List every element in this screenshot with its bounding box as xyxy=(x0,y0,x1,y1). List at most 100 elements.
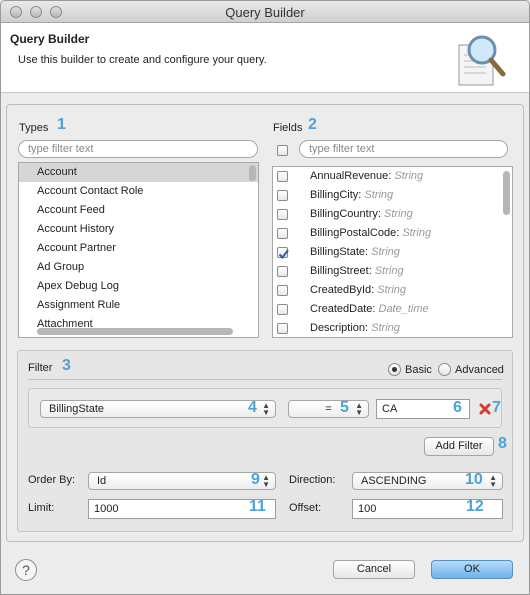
types-vertical-scrollbar[interactable] xyxy=(249,165,256,181)
field-name: CreatedDate: Date_time xyxy=(310,300,429,319)
filter-value-number: 6 xyxy=(453,399,462,416)
field-type: String xyxy=(394,170,424,182)
types-list-item[interactable]: Assignment Rule xyxy=(19,296,258,315)
field-name-text: CreatedById: xyxy=(310,284,375,296)
header-description: Use this builder to create and configure… xyxy=(18,54,267,66)
title-bar: Query Builder xyxy=(1,1,529,23)
types-label: Types xyxy=(19,122,49,134)
radio-selected-dot xyxy=(392,367,397,372)
field-checkbox[interactable] xyxy=(277,285,288,296)
header-title: Query Builder xyxy=(10,32,90,46)
fields-list-item[interactable]: Description: String xyxy=(273,319,512,337)
fields-list-item[interactable]: BillingPostalCode: String xyxy=(273,224,512,243)
field-type: String xyxy=(371,322,400,334)
fields-list-item[interactable]: CreatedById: String xyxy=(273,281,512,300)
offset-number: 12 xyxy=(466,498,484,515)
types-list-item[interactable]: Account xyxy=(19,163,258,182)
up-down-arrows-icon: ▲ ▼ xyxy=(489,473,497,489)
order-by-number: 9 xyxy=(251,471,260,488)
types-list-item[interactable]: Account Feed xyxy=(19,201,258,220)
direction-number: 10 xyxy=(465,471,483,488)
field-name: CreatedById: String xyxy=(310,281,406,300)
field-checkbox[interactable] xyxy=(277,266,288,277)
field-name: Description: String xyxy=(310,319,400,337)
ok-button[interactable]: OK xyxy=(431,560,513,579)
filter-number: 3 xyxy=(62,357,71,374)
order-by-select[interactable]: Id ▲ ▼ xyxy=(88,472,276,490)
fields-list-item[interactable]: AnnualRevenue: String xyxy=(273,167,512,186)
types-list-item[interactable]: Account Contact Role xyxy=(19,182,258,201)
basic-mode-radio[interactable] xyxy=(388,363,401,376)
field-name: AnnualRevenue: String xyxy=(310,167,423,186)
field-name-text: BillingStreet: xyxy=(310,265,372,277)
magnifier-document-icon xyxy=(458,35,506,86)
filter-label: Filter xyxy=(28,362,53,374)
direction-value: ASCENDING xyxy=(361,475,427,487)
field-checkbox[interactable] xyxy=(277,228,288,239)
field-checkbox[interactable] xyxy=(277,190,288,201)
field-name-text: CreatedDate: xyxy=(310,303,376,315)
filter-field-select[interactable]: BillingState ▲ ▼ xyxy=(40,400,276,418)
direction-label: Direction: xyxy=(289,474,336,486)
remove-filter-number: 7 xyxy=(492,399,501,416)
field-checkbox[interactable] xyxy=(277,171,288,182)
field-checkbox[interactable] xyxy=(277,304,288,315)
filter-field-value: BillingState xyxy=(49,403,105,415)
types-list-item[interactable]: Apex Debug Log xyxy=(19,277,258,296)
field-type: String xyxy=(383,208,413,220)
field-name-text: BillingState: xyxy=(310,246,369,258)
up-down-arrows-icon: ▲ ▼ xyxy=(355,401,363,417)
add-filter-button[interactable]: Add Filter xyxy=(424,437,494,456)
field-type: String xyxy=(402,227,432,239)
field-checkbox[interactable] xyxy=(277,209,288,220)
field-checkbox[interactable] xyxy=(277,323,288,334)
types-list-item[interactable]: Account Partner xyxy=(19,239,258,258)
field-name-text: Description: xyxy=(310,322,369,334)
query-builder-window: Query Builder Query Builder Use this bui… xyxy=(0,0,530,595)
fields-list-item[interactable]: BillingState: String xyxy=(273,243,512,262)
types-list-item[interactable]: Ad Group xyxy=(19,258,258,277)
remove-filter-icon[interactable] xyxy=(479,403,491,415)
filter-operator-value: = xyxy=(325,403,332,415)
fields-list[interactable]: AnnualRevenue: String BillingCity: String… xyxy=(272,166,513,338)
types-number: 1 xyxy=(57,116,66,133)
field-name: BillingCountry: String xyxy=(310,205,413,224)
basic-mode-label[interactable]: Basic xyxy=(405,364,432,376)
field-name: BillingPostalCode: String xyxy=(310,224,431,243)
field-type: String xyxy=(371,246,400,258)
dialog-button-bar: ? Cancel OK xyxy=(1,549,529,594)
cancel-button[interactable]: Cancel xyxy=(333,560,415,579)
fields-label: Fields xyxy=(273,122,303,134)
order-by-value: Id xyxy=(97,475,107,487)
help-icon[interactable]: ? xyxy=(15,559,37,581)
types-list-item[interactable]: Account History xyxy=(19,220,258,239)
field-name: BillingStreet: String xyxy=(310,262,404,281)
filter-separator xyxy=(28,379,502,380)
filter-operator-select[interactable]: = ▲ ▼ xyxy=(288,400,369,418)
types-filter-input[interactable]: type filter text xyxy=(18,140,258,158)
limit-input[interactable]: 1000 xyxy=(88,499,276,519)
fields-list-item[interactable]: BillingCity: String xyxy=(273,186,512,205)
field-type: String xyxy=(377,284,407,296)
fields-filter-input[interactable]: type filter text xyxy=(299,140,508,158)
field-checkbox[interactable] xyxy=(277,247,289,260)
types-list[interactable]: Account Account Contact Role Account Feed A… xyxy=(18,162,259,338)
limit-label: Limit: xyxy=(28,502,55,514)
fields-number: 2 xyxy=(308,116,317,133)
fields-list-item[interactable]: BillingStreet: String xyxy=(273,262,512,281)
fields-list-item[interactable]: BillingCountry: String xyxy=(273,205,512,224)
advanced-mode-radio[interactable] xyxy=(438,363,451,376)
fields-vertical-scrollbar[interactable] xyxy=(503,171,510,215)
select-all-fields-checkbox[interactable] xyxy=(277,145,288,156)
advanced-mode-label[interactable]: Advanced xyxy=(455,364,504,376)
types-horizontal-scrollbar[interactable] xyxy=(37,328,233,335)
fields-list-item[interactable]: CreatedDate: Date_time xyxy=(273,300,512,319)
builder-panel: Types 1 type filter text Account Account … xyxy=(6,104,524,542)
field-name-text: BillingCountry: xyxy=(310,208,381,220)
dialog-header: Query Builder Use this builder to create… xyxy=(1,23,529,93)
add-filter-number: 8 xyxy=(498,435,507,452)
field-type: String xyxy=(374,265,404,277)
up-down-arrows-icon: ▲ ▼ xyxy=(262,401,270,417)
offset-label: Offset: xyxy=(289,502,322,514)
field-name-text: BillingPostalCode: xyxy=(310,227,400,239)
